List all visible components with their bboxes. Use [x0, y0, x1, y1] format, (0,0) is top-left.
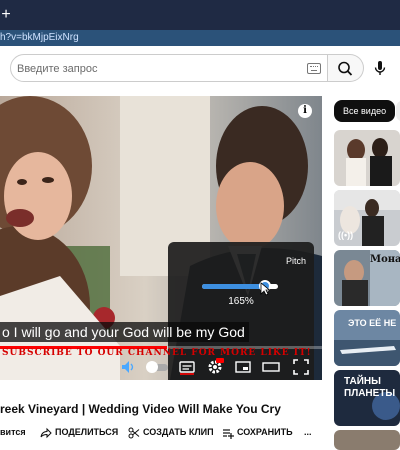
search-icon — [338, 61, 353, 76]
related-thumbnail-2[interactable]: ((•)) — [334, 190, 400, 246]
fullscreen-icon[interactable] — [292, 358, 310, 376]
volume-icon[interactable] — [120, 358, 138, 376]
share-label: ПОДЕЛИТЬСЯ — [55, 427, 119, 437]
pitch-slider-fill — [202, 284, 266, 289]
chip-next[interactable] — [396, 100, 400, 122]
related-thumbnail-5[interactable]: ТАЙНЫ ПЛАНЕТЫ — [334, 370, 400, 426]
add-to-playlist-icon — [223, 429, 234, 439]
site-header — [0, 46, 400, 92]
browser-tab-bar: + — [0, 0, 400, 30]
url-text[interactable]: h?v=bkMjpEixNrg — [0, 32, 79, 43]
plus-icon[interactable]: + — [0, 6, 12, 24]
address-bar[interactable]: h?v=bkMjpEixNrg — [0, 30, 400, 46]
video-player[interactable]: i Pitch 165% o I will go and your God wi… — [0, 96, 322, 380]
player-controls — [0, 354, 322, 380]
video-title: reek Vineyard | Wedding Video Will Make … — [0, 402, 281, 416]
autoplay-toggle[interactable] — [146, 358, 170, 376]
pitch-value: 165% — [228, 296, 254, 307]
share-button[interactable]: ПОДЕЛИТЬСЯ — [40, 424, 118, 440]
related-sidebar: Все видео ((•)) Мона ЭТО ЕЁ НЕ ТАЙНЫ ПЛА… — [330, 96, 400, 450]
live-icon: ((•)) — [338, 230, 354, 240]
scissors-icon — [128, 427, 140, 439]
search-box[interactable] — [10, 54, 328, 82]
clip-label: СОЗДАТЬ КЛИП — [143, 427, 214, 437]
keyboard-icon[interactable] — [307, 63, 321, 74]
related-thumbnail-3[interactable]: Мона — [334, 250, 400, 306]
pitch-label: Pitch — [285, 256, 306, 266]
save-label: СОХРАНИТЬ — [237, 427, 293, 437]
search-button[interactable] — [328, 54, 364, 82]
related-thumbnail-1[interactable] — [334, 130, 400, 186]
thumbnail-caption: ЭТО ЕЁ НЕ — [348, 318, 397, 328]
caption-text: o I will go and your God will be my God — [0, 322, 249, 342]
microphone-icon — [374, 61, 386, 75]
mouse-cursor-icon — [260, 282, 270, 296]
subscribe-button[interactable]: вится — [0, 424, 26, 440]
clip-button[interactable]: СОЗДАТЬ КЛИП — [128, 424, 214, 440]
video-actions: вится ПОДЕЛИТЬСЯ СОЗДАТЬ КЛИП СОХРАНИТЬ … — [0, 420, 400, 444]
related-thumbnail-4[interactable]: ЭТО ЕЁ НЕ — [334, 310, 400, 366]
chip-all-videos[interactable]: Все видео — [334, 100, 396, 122]
save-button[interactable]: СОХРАНИТЬ — [222, 424, 293, 440]
subtitles-icon[interactable] — [178, 358, 196, 376]
miniplayer-icon[interactable] — [234, 358, 252, 376]
settings-icon[interactable] — [206, 358, 224, 376]
search-input[interactable] — [17, 60, 297, 78]
more-actions-button[interactable]: ... — [304, 424, 312, 440]
share-icon — [40, 427, 52, 438]
voice-search-button[interactable] — [368, 56, 392, 80]
info-icon[interactable]: i — [298, 104, 312, 118]
thumbnail-caption: Мона — [370, 254, 400, 265]
thumbnail-caption: ТАЙНЫ ПЛАНЕТЫ — [344, 376, 396, 399]
theater-mode-icon[interactable] — [262, 358, 280, 376]
thumbnail-image — [334, 130, 400, 186]
